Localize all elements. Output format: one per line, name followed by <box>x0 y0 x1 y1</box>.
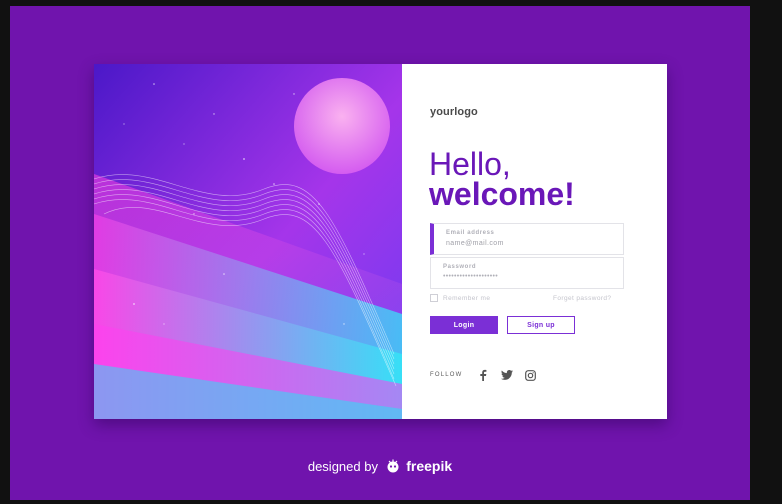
remember-me[interactable]: Remember me <box>430 294 490 302</box>
follow-label: FOLLOW <box>430 372 463 378</box>
email-field[interactable]: Email address name@mail.com <box>430 223 624 255</box>
instagram-icon[interactable] <box>525 369 537 381</box>
signup-button[interactable]: Sign up <box>507 316 575 334</box>
credit-prefix: designed by <box>307 459 378 474</box>
freepik-credit[interactable]: designed by freepik <box>10 458 750 476</box>
remember-checkbox[interactable] <box>430 294 438 302</box>
password-field[interactable]: Password •••••••••••••••••••• <box>430 257 624 289</box>
twitter-icon[interactable] <box>500 369 513 381</box>
greeting-line-2: welcome! <box>429 176 575 212</box>
login-button[interactable]: Login <box>430 316 498 334</box>
freepik-logo-icon <box>385 459 401 476</box>
login-card: yourlogo Hello, welcome! Email address n… <box>94 64 667 419</box>
password-mask: •••••••••••••••••••• <box>443 273 499 280</box>
email-label: Email address <box>446 230 495 236</box>
forgot-password-link[interactable]: Forget password? <box>553 295 611 302</box>
social-follow: FOLLOW <box>430 369 537 381</box>
email-placeholder: name@mail.com <box>446 240 504 247</box>
credit-brand: freepik <box>406 458 453 474</box>
hero-illustration <box>94 64 402 419</box>
abstract-wave-art <box>94 64 402 419</box>
remember-label: Remember me <box>443 294 491 302</box>
facebook-icon[interactable] <box>477 369 489 381</box>
brand-logo: yourlogo <box>430 106 478 118</box>
page-background: yourlogo Hello, welcome! Email address n… <box>10 6 750 500</box>
login-form-panel: yourlogo Hello, welcome! Email address n… <box>402 64 667 419</box>
password-label: Password <box>443 264 477 270</box>
